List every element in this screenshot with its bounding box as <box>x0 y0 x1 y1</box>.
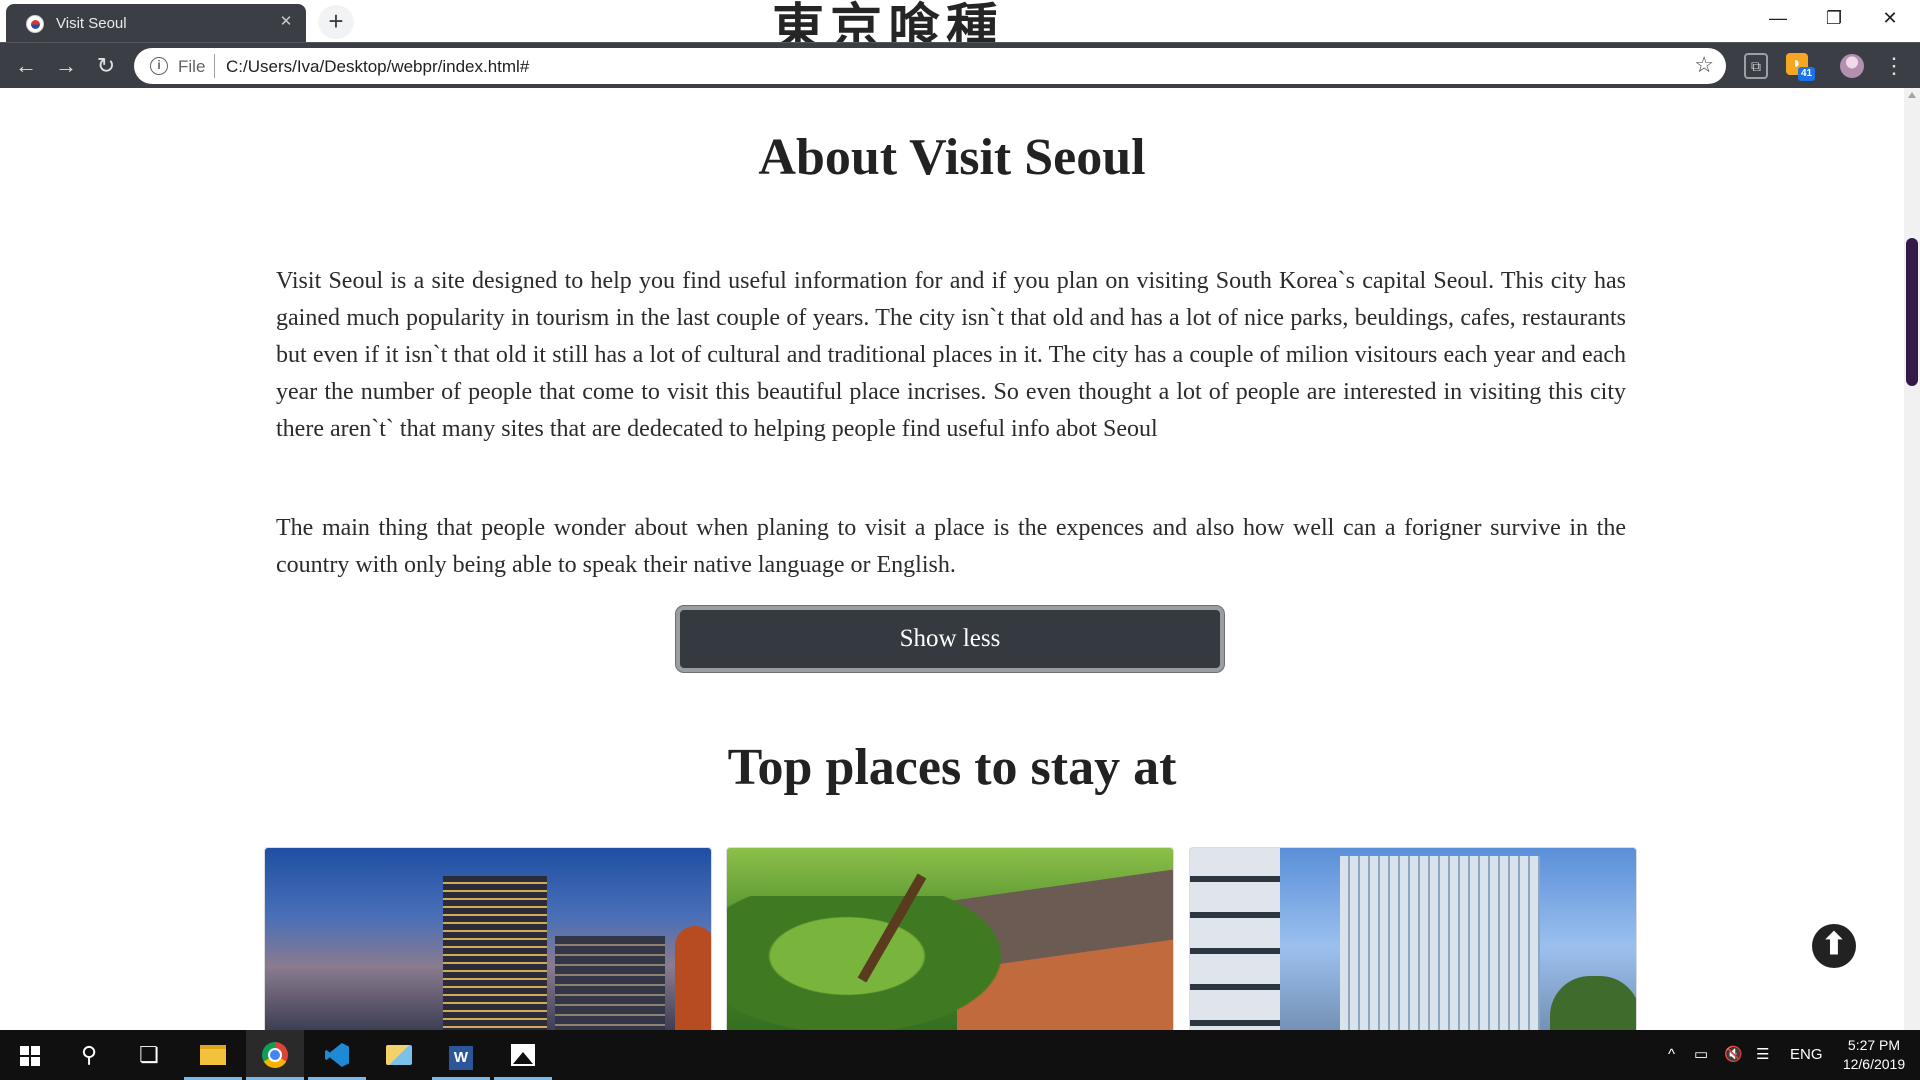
search-icon[interactable]: ⚲ <box>60 1030 118 1080</box>
side-building-image <box>1190 848 1280 1030</box>
page-scrollbar[interactable] <box>1904 88 1920 1030</box>
page-viewport: About Visit Seoul Visit Seoul is a site … <box>0 88 1904 1030</box>
reload-button[interactable]: ↻ <box>90 50 122 82</box>
url-text[interactable]: C:/Users/Iva/Desktop/webpr/index.html# <box>226 57 529 77</box>
about-title: About Visit Seoul <box>758 129 1146 186</box>
extension-screenshot-icon[interactable]: ⧉ <box>1744 53 1768 79</box>
tab-close-icon[interactable]: ✕ <box>276 12 296 32</box>
file-explorer-icon[interactable] <box>184 1030 242 1080</box>
hotel-tower-image <box>443 876 547 1030</box>
minimize-button[interactable]: — <box>1750 0 1806 38</box>
new-tab-button[interactable]: + <box>318 5 354 39</box>
profile-avatar[interactable] <box>1840 54 1864 78</box>
autumn-tree-image <box>675 926 711 1030</box>
browser-toolbar: ← → ↻ i File C:/Users/Iva/Desktop/webpr/… <box>0 42 1920 88</box>
korea-flag-favicon-icon <box>26 15 44 33</box>
language-indicator[interactable]: ENG <box>1790 1030 1823 1080</box>
volume-muted-icon[interactable]: 🔇 <box>1724 1030 1743 1080</box>
url-separator <box>214 54 215 78</box>
clock-time: 5:27 PM <box>1847 1037 1901 1053</box>
close-window-button[interactable]: ✕ <box>1862 0 1918 38</box>
scroll-up-arrow-icon[interactable] <box>1908 92 1916 98</box>
taskbar-clock[interactable]: 5:27 PM 12/6/2019 <box>1834 1036 1914 1074</box>
address-bar[interactable]: i File C:/Users/Iva/Desktop/webpr/index.… <box>134 48 1726 84</box>
glass-tower-image <box>1340 856 1540 1030</box>
rss-extension-icon[interactable]: ◗ 41 <box>1786 53 1816 81</box>
site-info-icon[interactable]: i <box>150 57 168 75</box>
forward-button[interactable]: → <box>50 50 82 82</box>
tree-image <box>1550 976 1636 1030</box>
tab-title: Visit Seoul <box>56 15 127 32</box>
windows-taskbar: ⚲ ❏ W ^ ▭ 🔇 ☰ ENG 5:27 PM 12/6/2019 <box>0 1030 1920 1080</box>
about-paragraph-1: Visit Seoul is a site designed to help y… <box>276 268 1626 442</box>
vscode-icon[interactable] <box>308 1030 366 1080</box>
restore-button[interactable]: ❐ <box>1806 0 1862 38</box>
start-button[interactable] <box>0 1030 58 1080</box>
place-card-tower[interactable] <box>1189 847 1637 1030</box>
task-view-icon[interactable]: ❏ <box>120 1030 178 1080</box>
show-less-button[interactable]: Show less <box>676 606 1224 672</box>
notification-icon[interactable]: ☰ <box>1756 1030 1769 1080</box>
battery-icon[interactable]: ▭ <box>1694 1030 1708 1080</box>
mail-app-icon[interactable] <box>370 1030 428 1080</box>
hotel-wing-image <box>555 936 665 1030</box>
photos-icon[interactable] <box>494 1030 552 1080</box>
place-card-hotel[interactable] <box>264 847 712 1030</box>
word-icon[interactable]: W <box>432 1030 490 1080</box>
scrollbar-thumb[interactable] <box>1906 238 1918 386</box>
windows-logo-icon <box>20 1046 40 1066</box>
about-paragraph-2: The main thing that people wonder about … <box>276 515 1626 578</box>
rss-badge: 41 <box>1798 67 1816 81</box>
back-to-top-icon[interactable]: ⬆ <box>1812 924 1856 968</box>
places-title: Top places to stay at <box>727 739 1177 796</box>
clock-date: 12/6/2019 <box>1842 1056 1906 1072</box>
url-scheme-label: File <box>178 57 206 76</box>
chrome-icon[interactable] <box>246 1030 304 1080</box>
back-button[interactable]: ← <box>10 50 42 82</box>
browser-tabbar: Visit Seoul ✕ + 東京喰種 — ❐ ✕ <box>0 0 1920 42</box>
browser-tab-visit-seoul[interactable]: Visit Seoul ✕ <box>6 4 306 42</box>
bookmark-star-icon[interactable]: ☆ <box>1694 52 1714 78</box>
browser-menu-icon[interactable]: ⋮ <box>1882 51 1906 81</box>
tray-chevron-icon[interactable]: ^ <box>1668 1030 1675 1080</box>
place-card-hanok[interactable] <box>726 847 1174 1030</box>
banner-calligraphy: 東京喰種 <box>772 0 1005 42</box>
